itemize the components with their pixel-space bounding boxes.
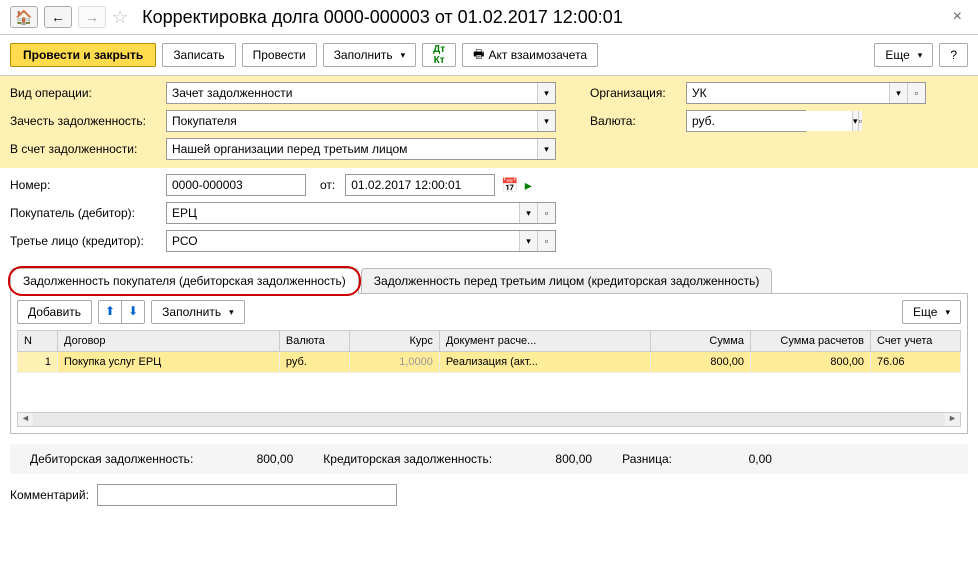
move-buttons: ⬆ ⬇ [98,300,145,324]
currency-input[interactable] [687,111,852,131]
org-input[interactable] [687,83,889,103]
cell-rate[interactable]: 1,0000 [349,352,439,373]
buyer-label: Покупатель (дебитор): [10,206,160,220]
buyer-field[interactable]: ▾ ▫ [166,202,556,224]
operation-input[interactable] [167,83,537,103]
cell-doc[interactable]: Реализация (акт... [439,352,650,373]
col-sum[interactable]: Сумма [651,331,751,352]
tab-credit[interactable]: Задолженность перед третьим лицом (креди… [361,268,773,293]
buyer-input[interactable] [167,203,519,223]
operation-label: Вид операции: [10,86,160,100]
dk-button[interactable]: ДтКт [422,43,456,67]
forward-button[interactable]: → [78,6,106,28]
dropdown-icon[interactable]: ▾ [537,83,555,103]
summary-bar: Дебиторская задолженность: 800,00 Кредит… [10,444,968,474]
add-button[interactable]: Добавить [17,300,92,324]
operation-field[interactable]: ▾ [166,82,556,104]
open-icon[interactable]: ▫ [907,83,925,103]
scroll-left-icon[interactable]: ◄ [18,413,33,426]
flag-icon[interactable]: ▸ [525,177,532,194]
dropdown-icon[interactable]: ▾ [889,83,907,103]
back-button[interactable]: ← [44,6,72,28]
fill-table-button[interactable]: Заполнить [151,300,244,324]
tab-content: Добавить ⬆ ⬇ Заполнить Еще N Договор Вал… [10,293,968,434]
more-button[interactable]: Еще [874,43,933,67]
cell-sumcalc[interactable]: 800,00 [751,352,871,373]
diff-value: 0,00 [702,452,772,466]
cell-sum[interactable]: 800,00 [651,352,751,373]
dropdown-icon[interactable]: ▾ [537,111,555,131]
close-icon[interactable]: × [947,8,968,26]
post-and-close-button[interactable]: Провести и закрыть [10,43,156,67]
credit-sum-label: Кредиторская задолженность: [323,452,492,466]
tab-debit[interactable]: Задолженность покупателя (дебиторская за… [10,268,359,294]
offset-label: Зачесть задолженность: [10,114,160,128]
calendar-icon[interactable]: 📅 [501,177,518,194]
debit-credit-icon: ДтКт [433,44,445,66]
open-icon[interactable]: ▫ [537,203,555,223]
cell-account[interactable]: 76.06 [871,352,961,373]
against-field[interactable]: ▾ [166,138,556,160]
home-button[interactable]: 🏠 [10,6,38,28]
dropdown-icon[interactable]: ▾ [537,139,555,159]
number-input[interactable] [166,174,306,196]
col-sumcalc[interactable]: Сумма расчетов [751,331,871,352]
fill-button[interactable]: Заполнить [323,43,416,67]
credit-sum-value: 800,00 [522,452,592,466]
col-doc[interactable]: Документ расче... [439,331,650,352]
debit-sum-label: Дебиторская задолженность: [30,452,193,466]
from-label: от: [320,178,335,192]
number-label: Номер: [10,178,160,192]
org-field[interactable]: ▾ ▫ [686,82,926,104]
scroll-track[interactable] [33,413,945,426]
cell-contract[interactable]: Покупка услуг ЕРЦ [58,352,280,373]
debit-sum-value: 800,00 [223,452,293,466]
printer-icon: 🖶 [473,45,484,66]
date-input[interactable] [345,174,495,196]
col-rate[interactable]: Курс [349,331,439,352]
third-label: Третье лицо (кредитор): [10,234,160,248]
cell-n[interactable]: 1 [18,352,58,373]
scroll-right-icon[interactable]: ► [945,413,960,426]
help-button[interactable]: ? [939,43,968,67]
col-currency[interactable]: Валюта [279,331,349,352]
against-input[interactable] [167,139,537,159]
offset-field[interactable]: ▾ [166,110,556,132]
org-label: Организация: [590,86,680,100]
move-up-icon[interactable]: ⬆ [99,301,122,323]
post-button[interactable]: Провести [242,43,317,67]
open-icon[interactable]: ▫ [537,231,555,251]
third-input[interactable] [167,231,519,251]
against-label: В счет задолженности: [10,142,160,156]
dropdown-icon[interactable]: ▾ [519,203,537,223]
currency-field[interactable]: ▾ ▫ [686,110,806,132]
act-label: Акт взаимозачета [489,48,588,62]
table-more-button[interactable]: Еще [902,300,961,324]
page-title: Корректировка долга 0000-000003 от 01.02… [142,7,941,28]
comment-input[interactable] [97,484,397,506]
debt-table: N Договор Валюта Курс Документ расче... … [17,330,961,373]
col-contract[interactable]: Договор [58,331,280,352]
diff-label: Разница: [622,452,672,466]
save-button[interactable]: Записать [162,43,235,67]
third-field[interactable]: ▾ ▫ [166,230,556,252]
comment-label: Комментарий: [10,488,89,502]
table-row[interactable]: 1 Покупка услуг ЕРЦ руб. 1,0000 Реализац… [18,352,961,373]
act-button[interactable]: 🖶 Акт взаимозачета [462,43,598,67]
dropdown-icon[interactable]: ▾ [519,231,537,251]
col-account[interactable]: Счет учета [871,331,961,352]
star-icon[interactable]: ☆ [112,7,128,28]
horizontal-scrollbar[interactable]: ◄ ► [17,412,961,427]
open-icon[interactable]: ▫ [858,111,862,131]
currency-label: Валюта: [590,114,680,128]
col-n[interactable]: N [18,331,58,352]
move-down-icon[interactable]: ⬇ [122,301,144,323]
cell-currency[interactable]: руб. [279,352,349,373]
offset-input[interactable] [167,111,537,131]
